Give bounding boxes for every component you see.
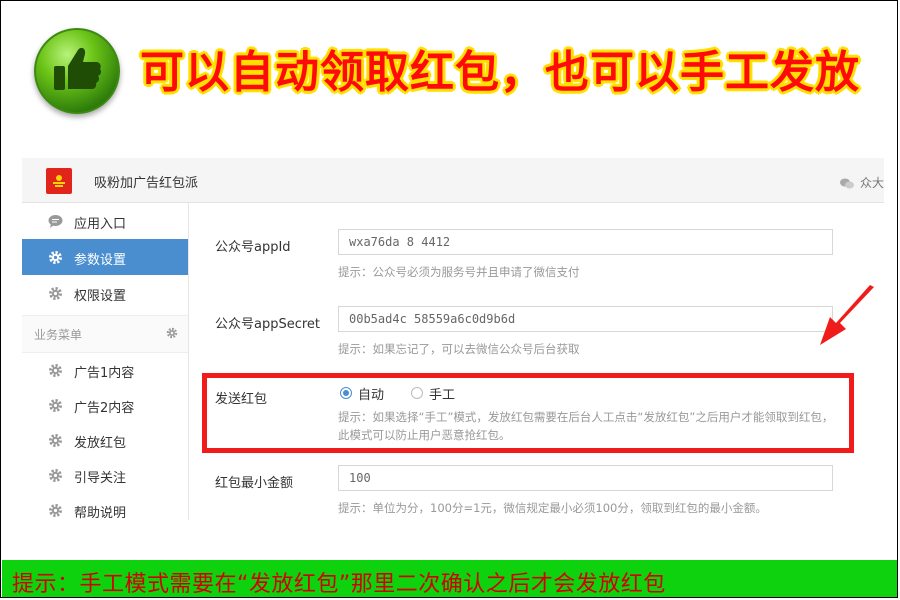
sidebar-item-ad1[interactable]: 广告1内容: [22, 353, 188, 387]
sidebar-item-label: 广告2内容: [74, 401, 135, 416]
footer-banner: 提示：手工模式需要在“发放红包”那里二次确认之后才会发放红包: [2, 560, 897, 597]
highlight-box: [202, 373, 854, 453]
sidebar: 应用入口 参数设置 权限设置 业务菜单 广告1内容 广告2内容 发放红包 引导关…: [22, 203, 189, 521]
app-window: 吸粉加广告红包派 众大 应用入口 参数设置 权限设置 业务菜单 广告1内容 广告…: [22, 158, 884, 521]
sidebar-item-ad2[interactable]: 广告2内容: [22, 388, 188, 422]
footer-tip: 提示：手工模式需要在“发放红包”那里二次确认之后才会发放红包: [12, 572, 666, 597]
sidebar-item-label: 权限设置: [74, 289, 127, 304]
sidebar-item-help[interactable]: 帮助说明: [22, 493, 188, 527]
appid-label: 公众号appId: [215, 240, 291, 255]
account-label: 众大: [859, 176, 884, 190]
secret-hint: 提示：如果忘记了，可以去微信公众号后台获取: [338, 342, 580, 356]
gear-icon: [49, 287, 62, 300]
sidebar-item-permissions[interactable]: 权限设置: [22, 275, 188, 311]
gear-icon: [49, 469, 62, 482]
gear-icon: [49, 399, 62, 412]
settings-form: 公众号appId wxa76da 8 4412 提示：公众号必须为服务号并且申请…: [190, 203, 884, 520]
app-topbar: 吸粉加广告红包派 众大: [22, 158, 884, 203]
sidebar-item-label: 广告1内容: [74, 366, 135, 381]
sidebar-item-params[interactable]: 参数设置: [22, 239, 188, 275]
thumbs-up-icon: [34, 28, 120, 114]
min-amount-label: 红包最小金额: [215, 476, 294, 491]
red-arrow-icon: [820, 285, 874, 345]
section-label: 业务菜单: [34, 328, 83, 342]
min-amount-hint: 提示：单位为分，100分=1元，微信规定最小必须100分，领取到红包的最小金额。: [338, 501, 767, 515]
sidebar-item-label: 参数设置: [74, 253, 127, 268]
sidebar-item-entry[interactable]: 应用入口: [22, 203, 188, 239]
app-logo: [46, 168, 72, 194]
wechat-icon: [839, 178, 854, 189]
gear-icon[interactable]: [166, 327, 178, 339]
sidebar-item-label: 发放红包: [74, 436, 127, 451]
gear-icon: [49, 434, 62, 447]
headline: 可以自动领取红包，也可以手工发放: [140, 47, 860, 98]
app-title: 吸粉加广告红包派: [94, 176, 199, 191]
sidebar-item-label: 引导关注: [74, 471, 127, 486]
secret-label: 公众号appSecret: [215, 317, 321, 332]
sidebar-section-business[interactable]: 业务菜单: [22, 315, 188, 353]
sidebar-item-label: 应用入口: [74, 217, 127, 232]
secret-input[interactable]: 00b5ad4c 58559a6c0d9b6d: [338, 306, 833, 332]
account-menu[interactable]: 众大: [839, 174, 884, 191]
sidebar-item-send-redpacket[interactable]: 发放红包: [22, 423, 188, 457]
min-amount-input[interactable]: 100: [338, 465, 833, 491]
gear-icon: [49, 251, 62, 264]
chat-bubble-icon: [48, 215, 63, 228]
appid-input[interactable]: wxa76da 8 4412: [338, 229, 833, 255]
appid-hint: 提示：公众号必须为服务号并且申请了微信支付: [338, 265, 580, 279]
sidebar-item-label: 帮助说明: [74, 506, 127, 521]
sidebar-item-follow-guide[interactable]: 引导关注: [22, 458, 188, 492]
gear-icon: [49, 364, 62, 377]
gear-icon: [49, 504, 62, 517]
